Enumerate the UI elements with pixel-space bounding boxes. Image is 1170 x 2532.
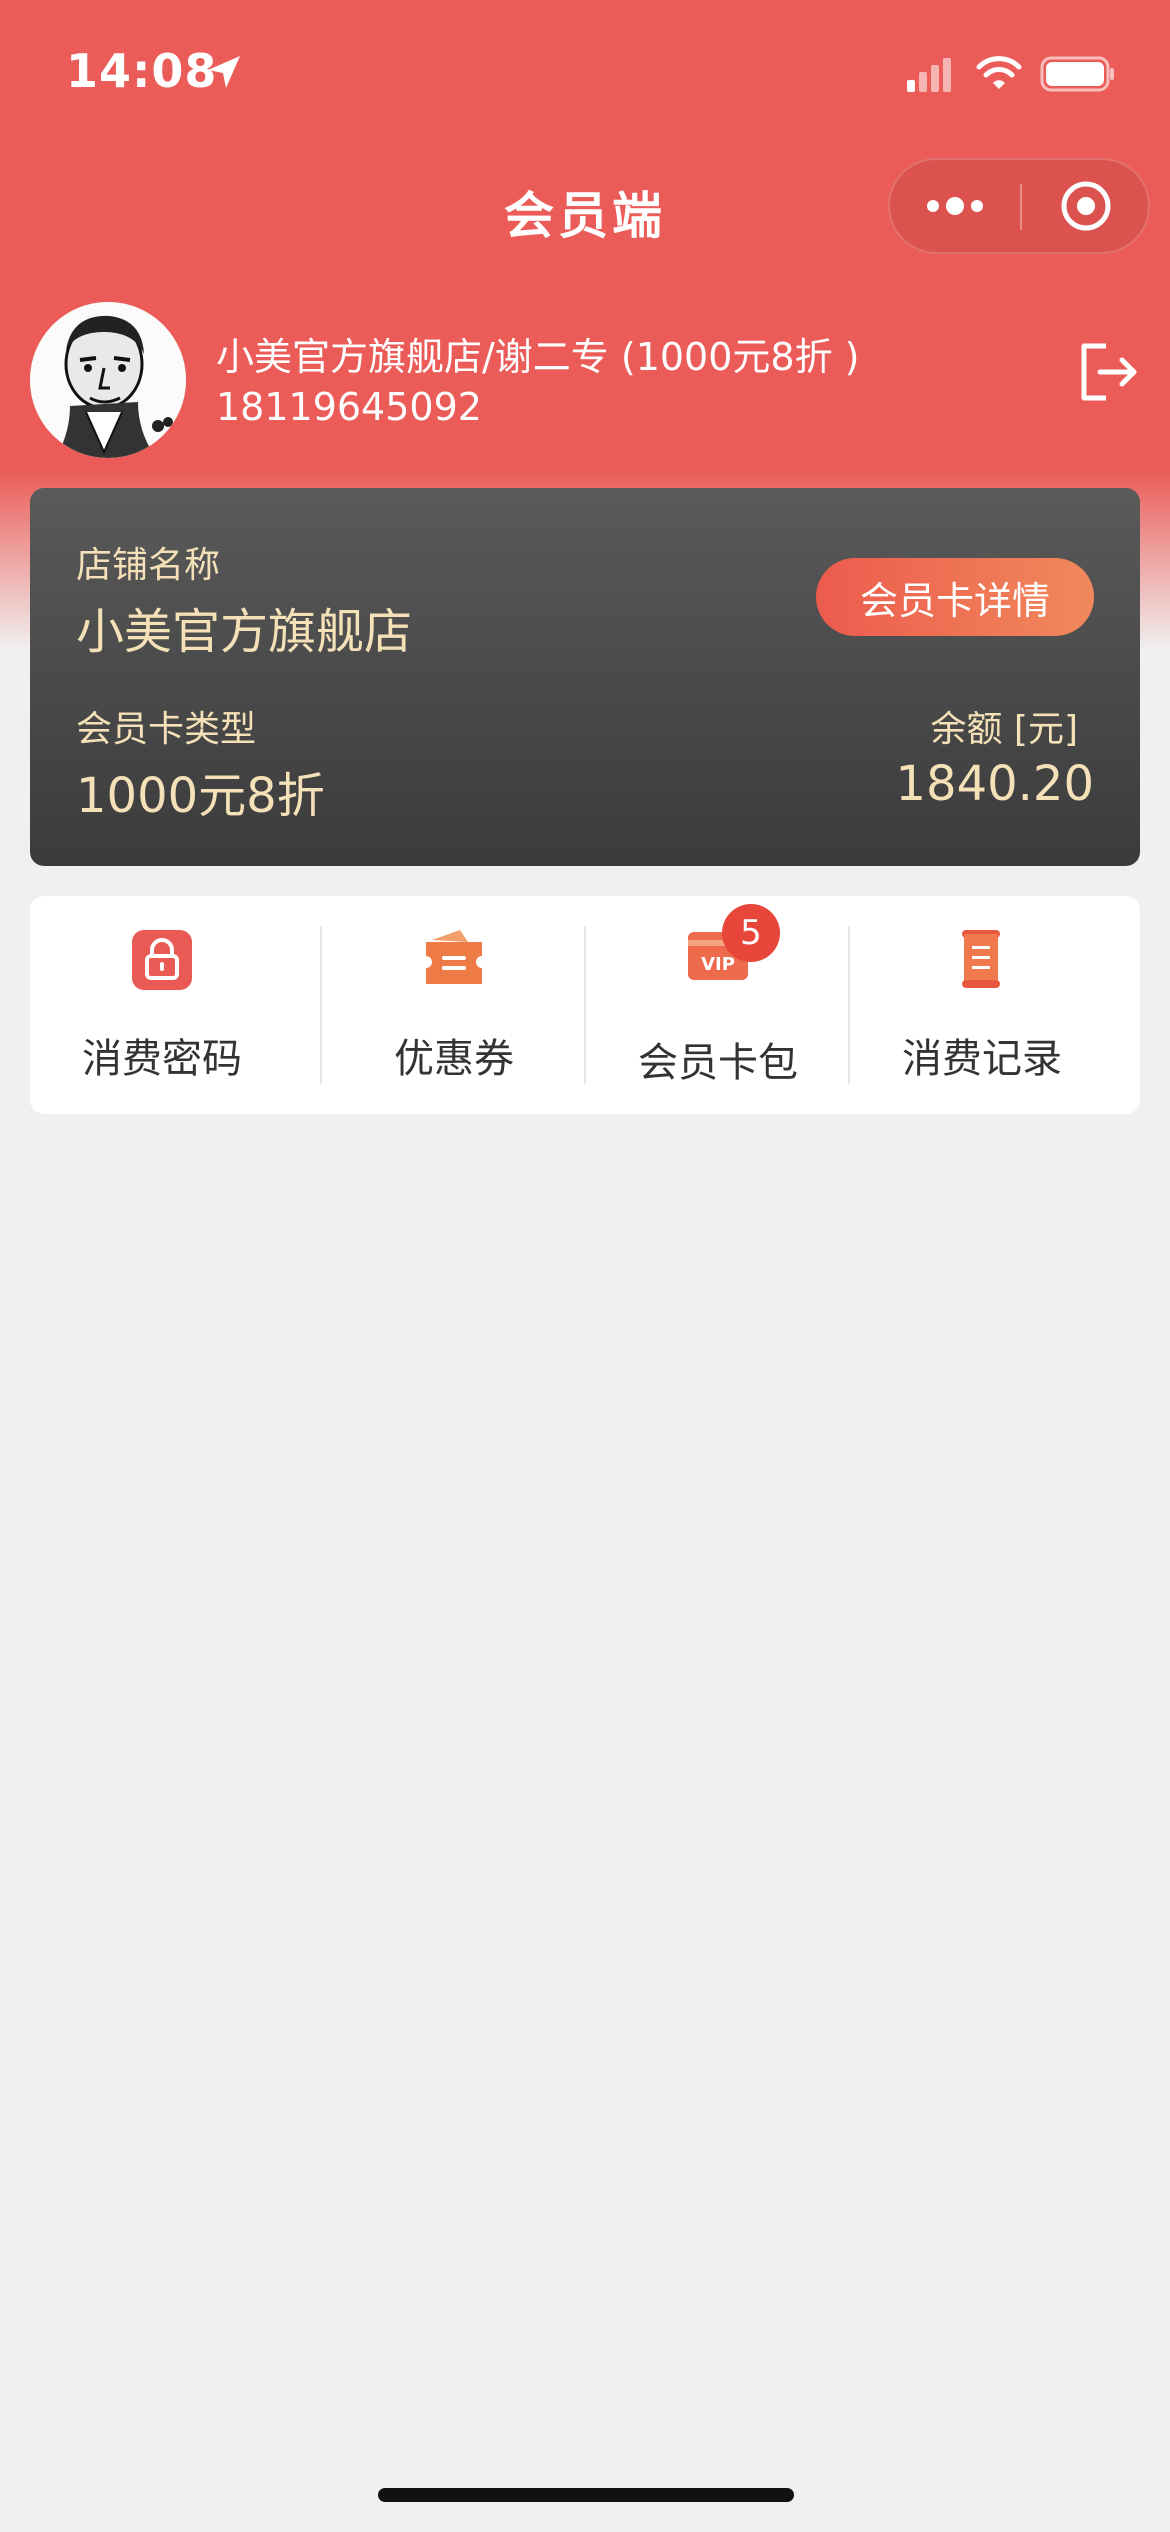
user-name: 小美官方旗舰店/谢二专 (1000元8折 ) [216, 335, 860, 379]
user-phone: 18119645092 [216, 385, 482, 429]
avatar-portrait-icon [30, 302, 186, 458]
home-indicator [378, 2488, 794, 2502]
avatar[interactable] [30, 302, 186, 458]
store-label: 店铺名称 [76, 545, 221, 586]
member-card: 店铺名称 小美官方旗舰店 会员卡详情 会员卡类型 1000元8折 余额 [元] … [30, 488, 1140, 866]
menu-label: 消费记录 [902, 1036, 1062, 1082]
close-miniprogram-button[interactable] [1022, 160, 1150, 252]
coupon-icon [426, 930, 482, 984]
menu-item-coupon[interactable]: 优惠券 [322, 896, 586, 1114]
status-time: 14:08 [66, 44, 218, 98]
more-button[interactable] [890, 160, 1020, 252]
mini-program-capsule [888, 158, 1150, 254]
card-type-label: 会员卡类型 [76, 709, 257, 750]
menu-label: 消费密码 [82, 1036, 242, 1082]
menu-label: 会员卡包 [638, 1040, 798, 1086]
more-dots-icon [927, 197, 983, 215]
menu-item-consume-password[interactable]: 消费密码 [30, 896, 294, 1114]
signal-icon [907, 58, 951, 92]
page: 14:08 会员端 小美官方旗舰店/谢二专 (1000元8折) 1811964… [0, 0, 1170, 2532]
target-circle-icon [1061, 181, 1111, 231]
location-arrow-icon [208, 56, 240, 88]
card-detail-button[interactable]: 会员卡详情 [816, 558, 1094, 636]
menu-item-consume-record[interactable]: 消费记录 [850, 896, 1114, 1114]
store-name: 小美官方旗舰店 [76, 604, 413, 660]
quick-menu: 消费密码 优惠券 VIP 会员卡包 5 消费记录 [30, 896, 1140, 1114]
wifi-icon [976, 56, 1022, 89]
balance-label: 余额 [元] [930, 709, 1078, 750]
card-type-value: 1000元8折 [76, 768, 325, 824]
menu-label: 优惠券 [394, 1036, 514, 1082]
battery-icon [1040, 56, 1114, 92]
lock-icon [132, 930, 192, 990]
record-icon [962, 930, 1000, 988]
menu-item-vip-card-wallet[interactable]: VIP 会员卡包 [586, 896, 850, 1114]
status-bar: 14:08 [0, 0, 1170, 150]
logout-icon[interactable] [1076, 340, 1140, 404]
svg-text:VIP: VIP [701, 954, 735, 975]
balance-value: 1840.20 [895, 756, 1095, 812]
card-count-badge: 5 [722, 904, 780, 962]
